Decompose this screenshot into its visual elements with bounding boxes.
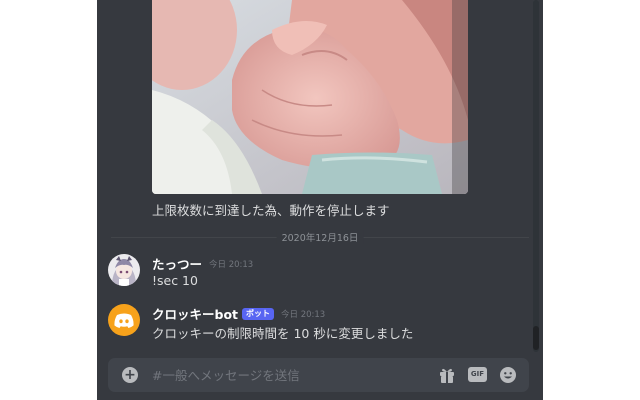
message-author[interactable]: クロッキーbot	[152, 304, 238, 323]
bot-message-text: 上限枚数に到達した為、動作を停止します	[152, 203, 390, 218]
discord-chat-window: 上限枚数に到達した為、動作を停止します 2020年12月16日 たっつー 今日 …	[97, 0, 543, 400]
gift-icon	[440, 368, 454, 383]
date-divider-label: 2020年12月16日	[276, 230, 364, 244]
scrollbar-thumb[interactable]	[533, 326, 539, 350]
avatar[interactable]	[108, 304, 140, 336]
scrollbar-track[interactable]	[533, 0, 539, 352]
attachment-image[interactable]	[152, 0, 468, 194]
emoji-button[interactable]	[499, 366, 517, 384]
gift-button[interactable]	[438, 366, 456, 384]
avatar[interactable]	[108, 254, 140, 286]
message-text: !sec 10	[152, 273, 198, 288]
message-text: クロッキーの制限時間を 10 秒に変更しました	[152, 326, 414, 341]
upload-button[interactable]: +	[122, 367, 138, 383]
message-timestamp: 今日 20:13	[281, 309, 326, 320]
anime-character-avatar-icon	[108, 254, 140, 286]
plus-icon: +	[124, 367, 136, 383]
discord-logo-icon	[114, 313, 134, 328]
message-author[interactable]: たっつー	[152, 254, 202, 273]
bot-badge: ボット	[242, 307, 275, 320]
date-divider: 2020年12月16日	[111, 230, 529, 244]
message-composer: + GIF	[108, 358, 529, 392]
gif-icon: GIF	[470, 370, 485, 378]
baby-hand-photo	[152, 0, 468, 194]
gif-button[interactable]: GIF	[468, 367, 487, 382]
message-timestamp: 今日 20:13	[209, 259, 254, 270]
message-input[interactable]	[152, 364, 422, 386]
emoji-icon	[500, 367, 516, 383]
